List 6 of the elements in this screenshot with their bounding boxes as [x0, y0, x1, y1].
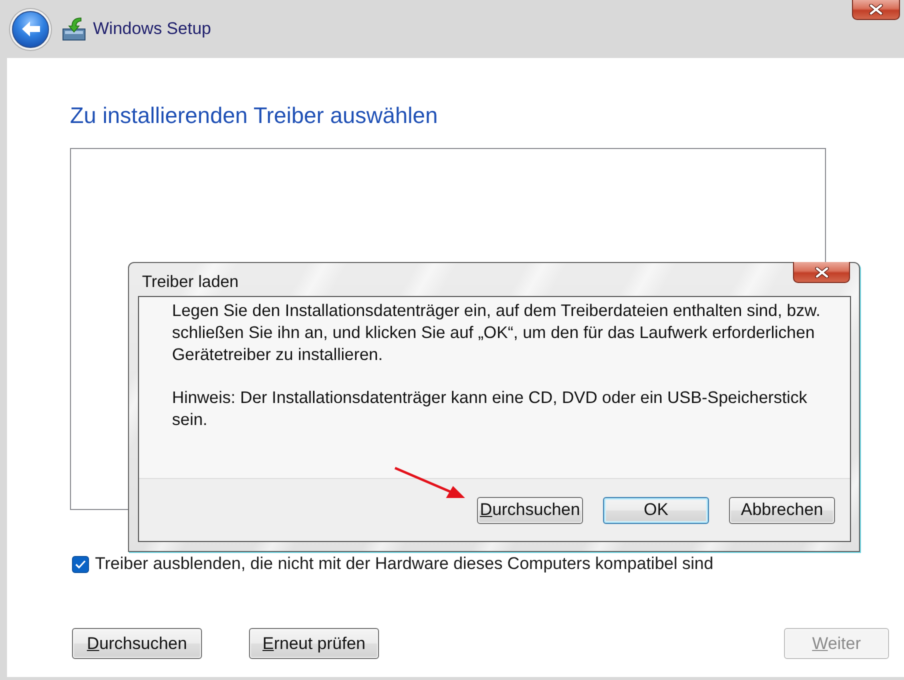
dialog-title: Treiber laden [142, 273, 239, 292]
page-heading: Zu installierenden Treiber auswählen [70, 103, 438, 128]
checkbox-label: Treiber ausblenden, die nicht mit der Hardware dieses Computers kompatibel sind [95, 554, 714, 574]
window-title: Windows Setup [93, 19, 212, 39]
dialog-message: Hinweis: Der Installationsdatenträger kann eine CD, DVD oder ein USB-Speicherstick sein. [172, 387, 808, 431]
dialog-message: Legen Sie den Installationsdatenträger ein, auf dem Treiberdateien enthalten sind, bzw. schließen Sie ihn an, und klicken Sie auf „OK“, um den für das Laufwerk erforderlichen Gerätetreiber zu installieren. [172, 300, 822, 366]
